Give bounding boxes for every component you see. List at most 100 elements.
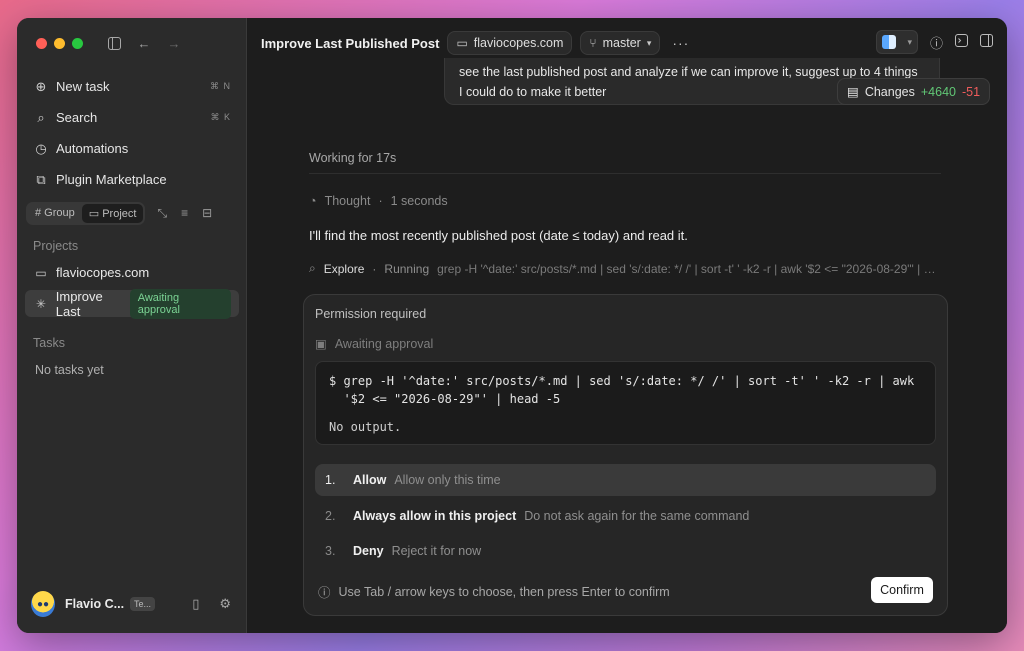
main-panel: Improve Last Published Post ▭ flaviocope… [248, 18, 1007, 633]
spinner-icon: ✳ [35, 296, 46, 311]
document-icon: ▤ [847, 85, 859, 99]
folder-chip[interactable]: ▭ flaviocopes.com [447, 31, 573, 55]
option-label: Always allow in this project [353, 509, 517, 523]
option-number: 1. [325, 473, 336, 487]
option-label: Deny [353, 544, 384, 558]
branch-label: master [602, 36, 641, 50]
nav-label: Automations [56, 141, 129, 156]
info-icon: ⓘ [318, 586, 331, 600]
task-label: Improve Last [55, 288, 103, 319]
folder-label: flaviocopes.com [473, 36, 564, 50]
nav-label: New task [56, 79, 110, 94]
thought-label: Thought [324, 194, 371, 208]
permission-panel: Permission required ▣ Awaiting approval … [303, 294, 948, 616]
nav-plugin-marketplace[interactable]: ⧉ Plugin Marketplace [25, 164, 239, 195]
divider [309, 173, 941, 174]
awaiting-label: Awaiting approval [334, 336, 434, 351]
nav-search[interactable]: ⌕ Search ⌘ K [25, 102, 239, 133]
gear-icon[interactable]: ⚙ [219, 596, 231, 612]
permission-heading: Permission required [315, 307, 427, 321]
sidebar-toolbar: ← → [106, 35, 182, 51]
sidebar-nav: ⊕ New task ⌘ N ⌕ Search ⌘ K ◷ Automation… [25, 71, 239, 195]
automations-icon: ◷ [35, 140, 47, 156]
minimize-window-button[interactable] [54, 38, 65, 49]
nav-label: Search [56, 110, 98, 125]
lines-added: +4640 [920, 84, 956, 99]
project-item-flaviocopes[interactable]: ▭ flaviocopes.com [25, 259, 239, 286]
list-tools: ⤡ ≡ ⊟ [157, 206, 212, 221]
project-option[interactable]: ▭ Project [81, 204, 144, 223]
command-preview: $ grep -H '^date:' src/posts/*.md | sed … [315, 361, 936, 445]
toggle-sidebar-icon[interactable] [106, 35, 122, 51]
task-item-improve-last[interactable]: ✳ Improve Last Awaiting approval [25, 288, 239, 319]
sidebar: ← → ⊕ New task ⌘ N ⌕ Search ⌘ K ◷ Automa… [17, 18, 247, 633]
collapse-icon[interactable]: ⤡ [157, 206, 167, 221]
user-name[interactable]: Flavio C... [65, 597, 124, 611]
archive-icon[interactable]: ⊟ [202, 206, 212, 221]
group-option[interactable]: # Group [28, 204, 82, 223]
search-icon: ⌕ [37, 109, 45, 125]
mobile-icon[interactable]: ▯ [192, 596, 199, 612]
explore-row[interactable]: ⌕ Explore · Running grep -H '^date:' src… [309, 261, 941, 276]
group-mode-toggle: # Group ▭ Project [26, 202, 146, 225]
running-label: Running [384, 261, 430, 276]
grouping-row: # Group ▭ Project ⤡ ≡ ⊟ [26, 202, 238, 225]
option-always-allow[interactable]: 2. Always allow in this project Do not a… [315, 500, 936, 532]
chevron-down-icon: ▾ [907, 36, 912, 47]
option-number: 3. [325, 544, 336, 558]
branch-selector[interactable]: ⑂ master ▾ [580, 31, 661, 55]
separator: · [372, 261, 377, 276]
permission-hint: ⓘ Use Tab / arrow keys to choose, then p… [318, 582, 670, 601]
folder-icon: ▭ [88, 208, 100, 220]
back-arrow-icon[interactable]: ← [136, 35, 152, 51]
app-window: ← → ⊕ New task ⌘ N ⌕ Search ⌘ K ◷ Automa… [17, 18, 1007, 633]
help-icon[interactable]: ⓘ [930, 33, 943, 52]
nav-new-task[interactable]: ⊕ New task ⌘ N [25, 71, 239, 102]
command-line: '$2 <= "2026-08-29"' | head -5 [329, 392, 561, 406]
search-icon: ⌕ [309, 261, 316, 275]
shortcut-hint: ⌘ N [210, 81, 231, 91]
plugin-icon: ⧉ [36, 171, 46, 187]
thought-row[interactable]: ◔ Thought · 1 seconds [309, 194, 448, 208]
status-badge: Awaiting approval [129, 288, 231, 319]
option-description: Reject it for now [391, 544, 482, 558]
option-number: 2. [325, 509, 336, 523]
option-deny[interactable]: 3. Deny Reject it for now [315, 535, 936, 567]
filter-icon[interactable]: ≡ [181, 206, 188, 221]
shortcut-hint: ⌘ K [210, 112, 231, 122]
nav-automations[interactable]: ◷ Automations [25, 133, 239, 164]
awaiting-row: ▣ Awaiting approval [315, 336, 434, 352]
topbar-actions: ▾ ⓘ [875, 30, 993, 54]
tasks-heading: Tasks [33, 336, 65, 350]
folder-icon: ▭ [35, 265, 47, 280]
folder-icon: ▭ [456, 36, 468, 50]
working-status: Working for 17s [309, 151, 397, 165]
option-description: Allow only this time [394, 473, 501, 487]
zoom-window-button[interactable] [72, 38, 83, 49]
hint-text: Use Tab / arrow keys to choose, then pre… [338, 584, 670, 599]
user-footer-icons: ▯ ⚙ [192, 596, 231, 612]
projects-heading: Projects [33, 239, 79, 253]
workspace-tag: Te... [130, 597, 156, 611]
more-options-icon[interactable]: ··· [672, 35, 689, 51]
branch-icon: ⑂ [589, 36, 597, 50]
terminal-icon[interactable] [955, 34, 968, 50]
explore-label: Explore [323, 261, 365, 276]
option-allow[interactable]: 1. Allow Allow only this time [315, 464, 936, 496]
close-window-button[interactable] [36, 38, 47, 49]
forward-arrow-icon[interactable]: → [166, 35, 182, 51]
lines-removed: -51 [961, 84, 981, 99]
chevron-down-icon: ▾ [646, 37, 652, 48]
confirm-button[interactable]: Confirm [871, 577, 933, 603]
avatar[interactable]: ●● [31, 591, 55, 617]
open-in-finder-button[interactable]: ▾ [875, 30, 918, 54]
user-footer: ●● Flavio C... Te... ▯ ⚙ [31, 591, 231, 617]
nav-label: Plugin Marketplace [56, 172, 167, 187]
toggle-panel-icon[interactable] [980, 34, 993, 50]
project-option-label: Project [102, 208, 137, 220]
terminal-icon: ▣ [315, 337, 327, 351]
assistant-message: I'll find the most recently published po… [309, 228, 688, 243]
command-output: No output. [329, 420, 402, 434]
tasks-empty-text: No tasks yet [35, 363, 104, 377]
changes-button[interactable]: ▤ Changes +4640 -51 [837, 78, 991, 105]
